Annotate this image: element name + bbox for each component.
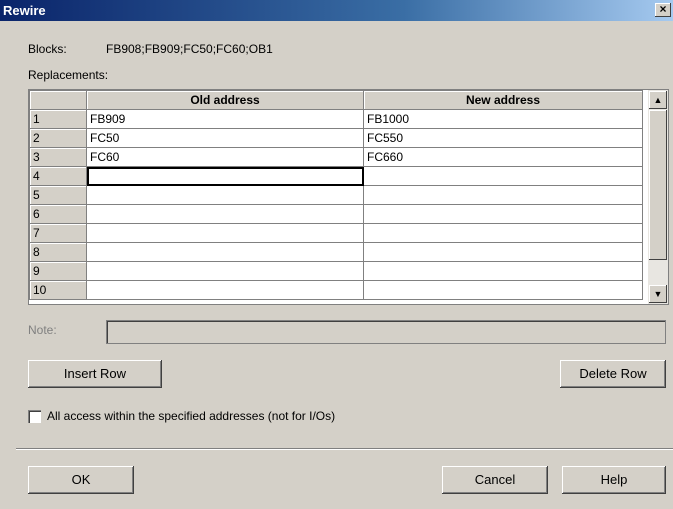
window-title: Rewire bbox=[3, 3, 46, 18]
old-address-cell[interactable] bbox=[86, 280, 364, 300]
scroll-thumb[interactable] bbox=[649, 110, 667, 260]
row-number[interactable]: 2 bbox=[29, 128, 87, 148]
new-address-cell[interactable] bbox=[363, 166, 643, 186]
row-number[interactable]: 4 bbox=[29, 166, 87, 186]
note-label: Note: bbox=[28, 323, 57, 337]
blocks-value: FB908;FB909;FC50;FC60;OB1 bbox=[106, 42, 273, 56]
row-number[interactable]: 3 bbox=[29, 147, 87, 167]
scroll-up-icon[interactable]: ▲ bbox=[649, 91, 667, 109]
replacements-label: Replacements: bbox=[28, 68, 109, 82]
row-number[interactable]: 9 bbox=[29, 261, 87, 281]
row-number[interactable]: 6 bbox=[29, 204, 87, 224]
new-address-cell[interactable]: FB1000 bbox=[363, 109, 643, 129]
old-address-cell[interactable] bbox=[86, 261, 364, 281]
new-address-cell[interactable]: FC550 bbox=[363, 128, 643, 148]
scroll-down-icon[interactable]: ▼ bbox=[649, 285, 667, 303]
header-new-address[interactable]: New address bbox=[363, 90, 643, 110]
cancel-button[interactable]: Cancel bbox=[442, 466, 548, 494]
old-address-cell[interactable]: FC50 bbox=[86, 128, 364, 148]
rewire-dialog: Rewire × Blocks: FB908;FB909;FC50;FC60;O… bbox=[0, 0, 673, 509]
row-number[interactable]: 8 bbox=[29, 242, 87, 262]
table-row[interactable]: 2 FC50 FC550 bbox=[29, 128, 643, 148]
old-address-cell[interactable] bbox=[86, 223, 364, 243]
old-address-cell[interactable] bbox=[86, 204, 364, 224]
old-address-cell[interactable] bbox=[86, 166, 364, 186]
note-field bbox=[106, 320, 666, 344]
table-row[interactable]: 7 bbox=[29, 223, 643, 243]
all-access-checkbox[interactable] bbox=[28, 410, 41, 423]
vertical-scrollbar[interactable]: ▲ ▼ bbox=[648, 90, 668, 304]
table-row[interactable]: 9 bbox=[29, 261, 643, 281]
table-row[interactable]: 8 bbox=[29, 242, 643, 262]
new-address-cell[interactable] bbox=[363, 261, 643, 281]
old-address-cell[interactable] bbox=[86, 185, 364, 205]
new-address-cell[interactable] bbox=[363, 223, 643, 243]
all-access-label: All access within the specified addresse… bbox=[47, 409, 336, 423]
new-address-cell[interactable] bbox=[363, 185, 643, 205]
new-address-cell[interactable] bbox=[363, 280, 643, 300]
table-row[interactable]: 5 bbox=[29, 185, 643, 205]
row-number[interactable]: 5 bbox=[29, 185, 87, 205]
replacements-grid[interactable]: Old address New address 1 FB909 FB1000 2 FC5… bbox=[28, 89, 669, 305]
ok-button[interactable]: OK bbox=[28, 466, 134, 494]
new-address-cell[interactable] bbox=[363, 204, 643, 224]
table-row[interactable]: 4 bbox=[29, 166, 643, 186]
close-button[interactable]: × bbox=[655, 3, 671, 17]
title-bar[interactable]: Rewire × bbox=[0, 0, 673, 21]
delete-row-button[interactable]: Delete Row bbox=[560, 360, 666, 388]
new-address-cell[interactable] bbox=[363, 242, 643, 262]
header-old-address[interactable]: Old address bbox=[86, 90, 364, 110]
grid-corner bbox=[29, 90, 87, 110]
old-address-cell[interactable]: FC60 bbox=[86, 147, 364, 167]
table-row[interactable]: 3 FC60 FC660 bbox=[29, 147, 643, 167]
insert-row-button[interactable]: Insert Row bbox=[28, 360, 162, 388]
help-button[interactable]: Help bbox=[562, 466, 666, 494]
separator bbox=[16, 448, 673, 450]
old-address-cell[interactable]: FB909 bbox=[86, 109, 364, 129]
blocks-label: Blocks: bbox=[28, 42, 67, 56]
row-number[interactable]: 7 bbox=[29, 223, 87, 243]
row-number[interactable]: 10 bbox=[29, 280, 87, 300]
table-row[interactable]: 1 FB909 FB1000 bbox=[29, 109, 643, 129]
replacements-table: Old address New address 1 FB909 FB1000 2 FC5… bbox=[29, 90, 643, 300]
row-number[interactable]: 1 bbox=[29, 109, 87, 129]
old-address-cell[interactable] bbox=[86, 242, 364, 262]
new-address-cell[interactable]: FC660 bbox=[363, 147, 643, 167]
table-row[interactable]: 10 bbox=[29, 280, 643, 300]
table-row[interactable]: 6 bbox=[29, 204, 643, 224]
